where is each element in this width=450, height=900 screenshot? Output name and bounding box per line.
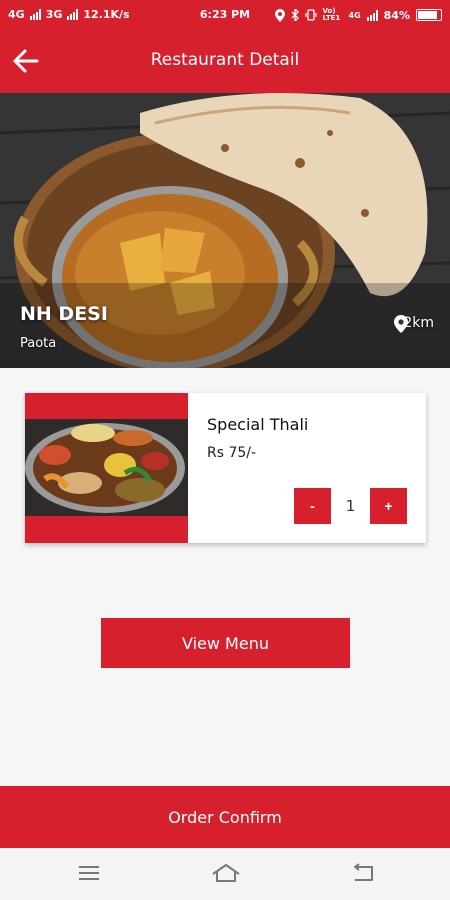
thali-image	[25, 393, 188, 543]
menu-icon[interactable]	[76, 862, 102, 884]
item-name: Special Thali	[207, 415, 309, 434]
location-icon	[274, 8, 285, 22]
order-confirm-button[interactable]: Order Confirm	[0, 786, 450, 848]
food-photo	[0, 93, 450, 368]
page-title: Restaurant Detail	[150, 50, 300, 70]
back-icon[interactable]	[350, 862, 376, 884]
increase-quantity-button[interactable]: +	[370, 488, 407, 524]
restaurant-location: Paota	[20, 336, 57, 351]
decrease-quantity-button[interactable]: -	[294, 488, 331, 524]
restaurant-hero-image: NH DESI Paota 82km	[0, 93, 450, 368]
bluetooth-icon	[291, 9, 299, 21]
app-bar: Restaurant Detail	[0, 30, 450, 93]
volte-label: Vo) LTE1	[322, 7, 341, 22]
network-4g-label-right: 4G	[348, 10, 361, 20]
vibrate-icon	[304, 9, 317, 21]
restaurant-distance: 82km	[394, 315, 434, 333]
signal-icon-3	[366, 9, 378, 21]
menu-item-card: Special Thali Rs 75/- - 1 +	[25, 393, 426, 543]
location-pin-icon	[394, 315, 409, 333]
system-nav-bar	[0, 848, 450, 900]
home-icon[interactable]	[210, 862, 242, 884]
status-right: Vo) LTE1 4G 84%	[274, 7, 442, 22]
thali-photo	[25, 393, 188, 543]
restaurant-name: NH DESI	[20, 303, 108, 325]
item-price: Rs 75/-	[207, 445, 257, 461]
quantity-value: 1	[345, 497, 356, 515]
status-bar: 4G 3G 12.1K/s 6:23 PM Vo) LTE1 4G 84%	[0, 0, 450, 30]
battery-percent: 84%	[383, 8, 410, 22]
battery-icon	[416, 9, 442, 21]
view-menu-button[interactable]: View Menu	[101, 618, 350, 668]
